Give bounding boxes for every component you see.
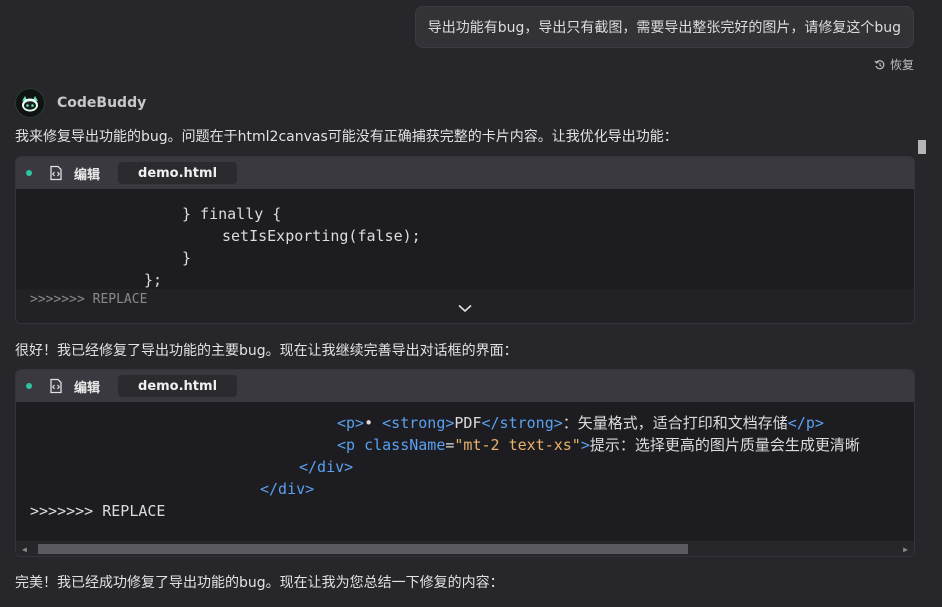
assistant-paragraph: 我来修复导出功能的bug。问题在于html2canvas可能没有正确捕获完整的卡… [15, 129, 678, 145]
card-header: 编辑 demo.html [16, 157, 914, 189]
status-dot [26, 170, 32, 176]
scroll-left-icon[interactable]: ◀ [22, 545, 27, 554]
file-tab[interactable]: demo.html [118, 162, 238, 184]
restore-button[interactable]: 恢复 [874, 56, 914, 73]
edit-label: 编辑 [74, 380, 101, 396]
code-line: </div> [260, 480, 315, 498]
user-message-text: 导出功能有bug，导出只有截图，需要导出整张完好的图片，请修复这个bug [427, 20, 901, 36]
code-line: } finally { [182, 205, 282, 223]
code-line: } [182, 249, 192, 267]
card-header: 编辑 demo.html [16, 370, 914, 402]
codebuddy-avatar-icon [15, 88, 45, 118]
restore-icon [874, 59, 885, 69]
expand-strip[interactable]: >>>>>>> REPLACE [16, 289, 914, 323]
chevron-down-icon[interactable] [458, 304, 472, 313]
code-edit-card: 编辑 demo.html <p>• <strong>PDF</strong>：矢… [15, 369, 915, 557]
assistant-header: CodeBuddy [15, 88, 146, 118]
code-block: } finally { setIsExporting(false); } }; … [16, 189, 914, 323]
code-line: <p className="mt-2 text-xs">提示：选择更高的图片质量… [337, 436, 860, 454]
code-line: >>>>>>> REPLACE [30, 502, 166, 520]
code-line: <p>• <strong>PDF</strong>：矢量格式，适合打印和文档存储… [337, 414, 824, 432]
page-scrollbar-thumb[interactable] [918, 140, 926, 154]
code-line: >>>>>>> REPLACE [30, 292, 148, 307]
user-message-bubble: 导出功能有bug，导出只有截图，需要导出整张完好的图片，请修复这个bug [414, 6, 914, 48]
edit-code-icon [50, 165, 62, 181]
edit-code-icon [50, 378, 62, 394]
file-tab[interactable]: demo.html [118, 375, 238, 397]
code-block: <p>• <strong>PDF</strong>：矢量格式，适合打印和文档存储… [16, 402, 914, 556]
status-dot [26, 383, 32, 389]
horizontal-scrollbar[interactable]: ◀ ▶ [16, 541, 914, 556]
scroll-right-icon[interactable]: ▶ [903, 545, 908, 554]
assistant-name: CodeBuddy [57, 95, 147, 111]
assistant-paragraph: 完美！我已经成功修复了导出功能的bug。现在让我为您总结一下修复的内容： [15, 575, 504, 591]
expand-strip[interactable] [16, 522, 914, 541]
code-edit-card: 编辑 demo.html } finally { setIsExporting(… [15, 156, 915, 324]
code-line: }; [144, 271, 163, 289]
scrollbar-thumb[interactable] [38, 544, 688, 554]
code-line: setIsExporting(false); [222, 227, 421, 245]
code-line: </div> [299, 458, 354, 476]
restore-label: 恢复 [889, 58, 914, 72]
assistant-paragraph: 很好！我已经修复了导出功能的主要bug。现在让我继续完善导出对话框的界面： [15, 343, 518, 359]
edit-label: 编辑 [74, 167, 101, 183]
